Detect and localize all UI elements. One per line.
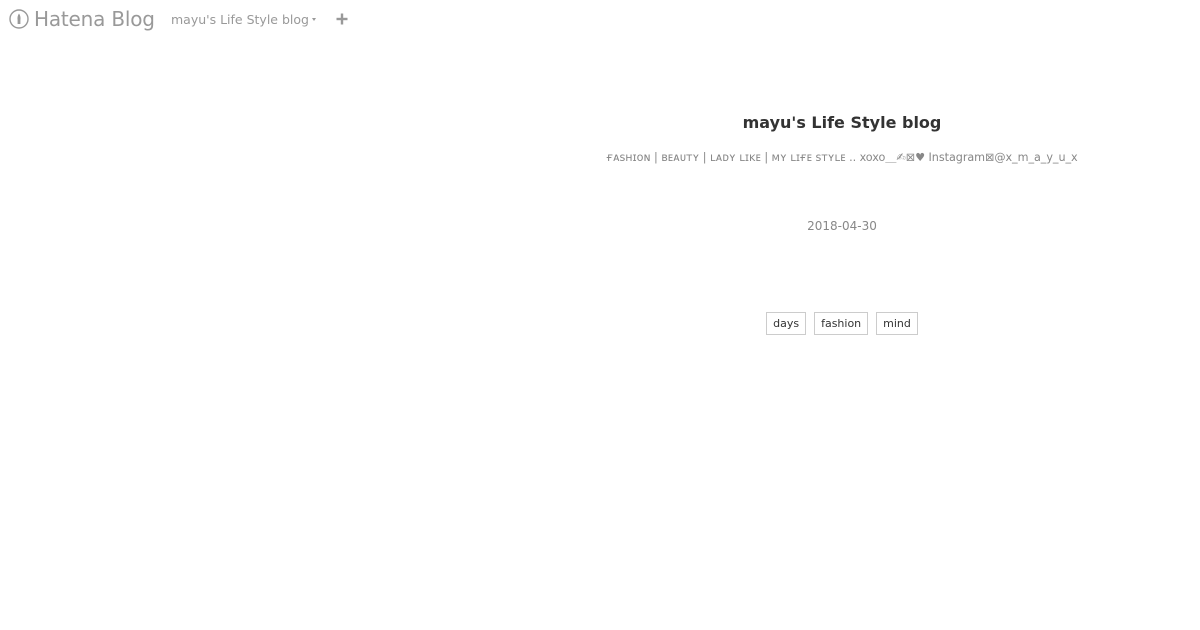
entry-categories: days fashion mind xyxy=(592,312,1092,335)
hatena-blog-home-link[interactable]: Hatena Blog xyxy=(9,7,155,31)
blog-title[interactable]: mayu's Life Style blog xyxy=(592,112,1092,134)
plus-icon xyxy=(336,13,348,25)
category-tag-days[interactable]: days xyxy=(766,312,807,335)
blog-switcher-label: mayu's Life Style blog xyxy=(171,11,309,27)
brand-text: Hatena Blog xyxy=(34,7,155,31)
category-tag-mind[interactable]: mind xyxy=(876,312,918,335)
caret-down-icon xyxy=(311,17,316,21)
blog-switcher-dropdown[interactable]: mayu's Life Style blog xyxy=(171,11,316,27)
blog-description: ғᴀsʜɪᴏɴ | ʙᴇᴀᴜᴛʏ | ʟᴀᴅʏ ʟɪᴋᴇ | ᴍʏ ʟɪғᴇ s… xyxy=(606,151,1078,164)
entry-date[interactable]: 2018-04-30 xyxy=(592,218,1092,234)
category-tag-fashion[interactable]: fashion xyxy=(814,312,869,335)
global-header: Hatena Blog mayu's Life Style blog xyxy=(0,0,1200,38)
add-button[interactable] xyxy=(333,10,351,28)
hatena-logo-icon xyxy=(9,9,29,29)
